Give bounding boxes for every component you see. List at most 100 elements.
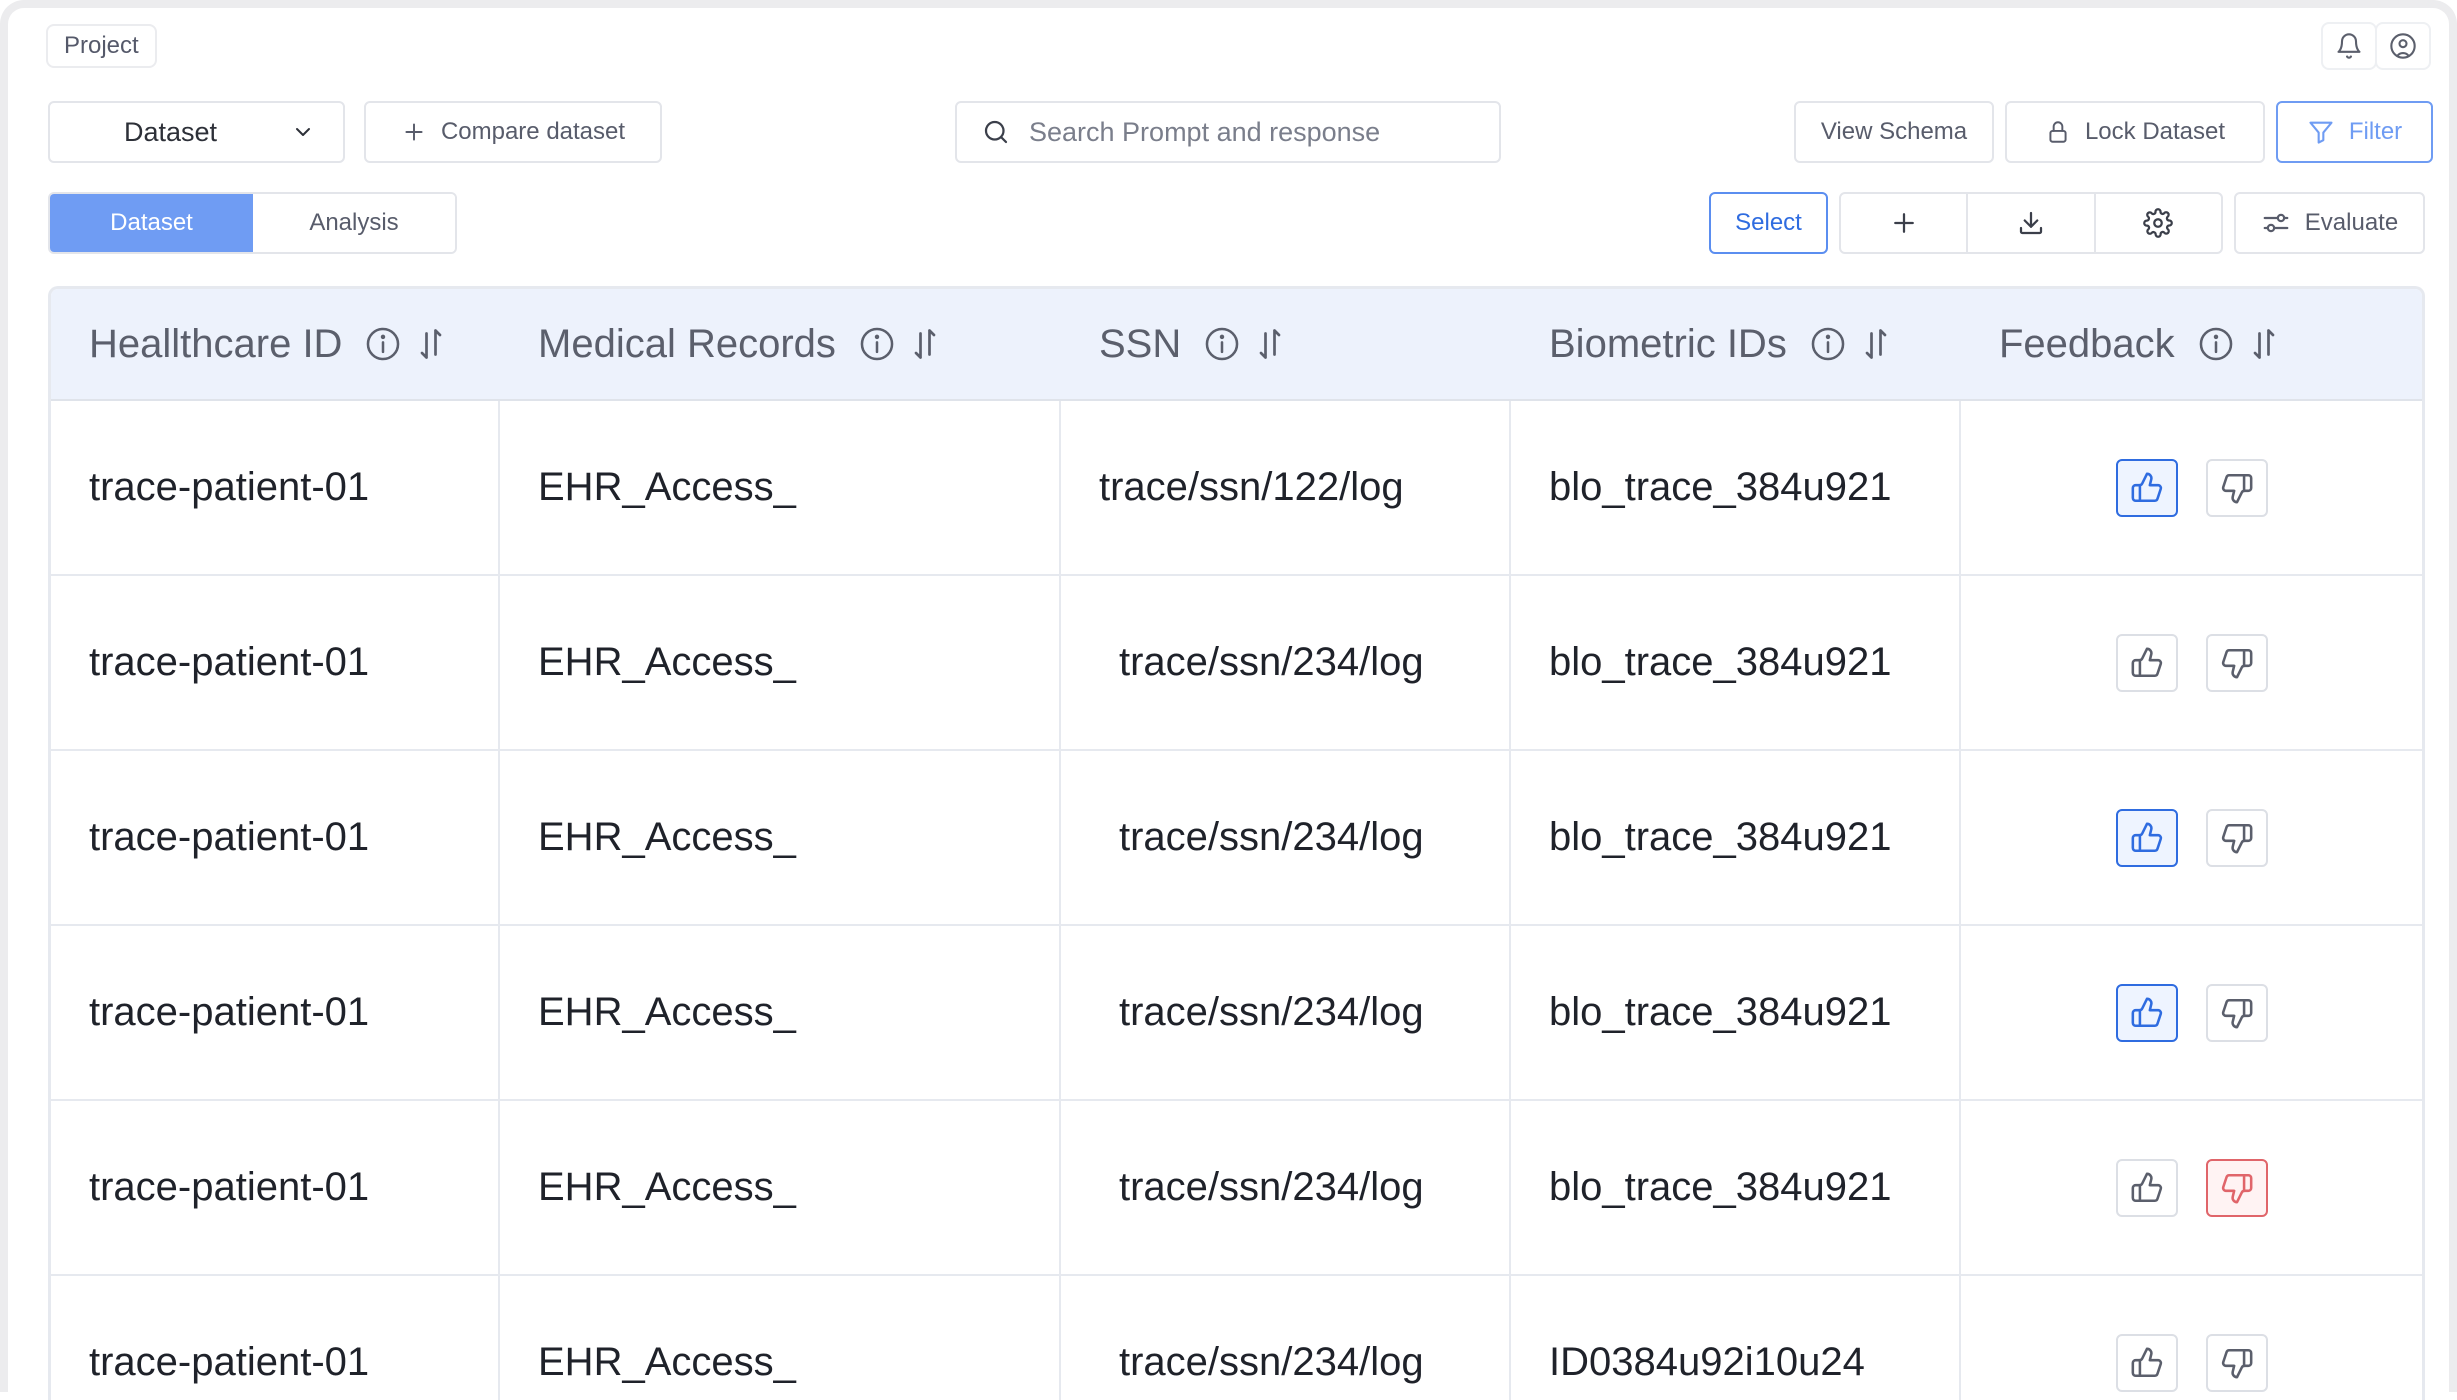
- sort-icon[interactable]: [416, 325, 446, 363]
- project-breadcrumb[interactable]: Project: [46, 24, 157, 68]
- column-header-icons: [364, 325, 446, 363]
- thumbs-up-button[interactable]: [2115, 1158, 2178, 1217]
- lock-dataset-button[interactable]: Lock Dataset: [2005, 101, 2265, 163]
- biometric-id-value: blo_trace_384u921: [1549, 1165, 1892, 1209]
- ssn-cell: trace/ssn/234/log: [1061, 576, 1511, 749]
- table-row[interactable]: trace-patient-01 EHR_Access_ trace/ssn/2…: [51, 926, 2422, 1101]
- thumbs-down-button[interactable]: [2205, 983, 2268, 1042]
- biometric-id-cell: blo_trace_384u921: [1511, 926, 1961, 1099]
- dataset-select-value: Dataset: [124, 116, 218, 147]
- thumbs-down-button[interactable]: [2205, 633, 2268, 692]
- sliders-icon: [2263, 213, 2289, 233]
- healthcare-id-cell: trace-patient-01: [51, 1276, 500, 1400]
- compare-dataset-label: Compare dataset: [440, 118, 626, 145]
- thumbs-up-button[interactable]: [2115, 808, 2178, 867]
- tab-analysis[interactable]: Analysis: [253, 194, 455, 252]
- column-header-label: Heallthcare ID: [89, 321, 343, 366]
- evaluate-label: Evaluate: [2304, 209, 2399, 236]
- thumbs-down-button[interactable]: [2205, 1158, 2268, 1217]
- thumbs-up-button[interactable]: [2115, 983, 2178, 1042]
- search-input[interactable]: Search Prompt and response: [955, 101, 1501, 163]
- thumbs-up-icon: [2131, 1172, 2162, 1202]
- evaluate-button[interactable]: Evaluate: [2234, 192, 2425, 254]
- info-icon[interactable]: [858, 325, 896, 363]
- feedback-cell: [1961, 926, 2422, 1099]
- healthcare-id-value: trace-patient-01: [89, 990, 370, 1034]
- table-row[interactable]: trace-patient-01 EHR_Access_ trace/ssn/2…: [51, 576, 2422, 751]
- table-row[interactable]: trace-patient-01 EHR_Access_ trace/ssn/2…: [51, 1101, 2422, 1276]
- plus-icon: [405, 123, 423, 141]
- column-header-medical-records: Medical Records: [500, 289, 1061, 399]
- sort-icon[interactable]: [1255, 325, 1285, 363]
- column-header-ssn: SSN: [1061, 289, 1511, 399]
- profile-button[interactable]: [2375, 22, 2431, 70]
- table-row[interactable]: trace-patient-01 EHR_Access_ trace/ssn/2…: [51, 1276, 2422, 1400]
- medical-records-cell: EHR_Access_: [500, 1101, 1061, 1274]
- medical-records-cell: EHR_Access_: [500, 1276, 1061, 1400]
- thumbs-up-icon: [2131, 1347, 2162, 1377]
- thumbs-up-icon: [2131, 472, 2162, 502]
- ssn-value: trace/ssn/234/log: [1119, 1165, 1424, 1209]
- app-window: Project Dataset Compare dataset Search P…: [0, 0, 2457, 1400]
- select-button[interactable]: Select: [1709, 192, 1828, 254]
- thumbs-up-icon: [2131, 647, 2162, 677]
- ssn-value: trace/ssn/234/log: [1119, 815, 1424, 859]
- ssn-cell: trace/ssn/234/log: [1061, 926, 1511, 1099]
- info-icon[interactable]: [364, 325, 402, 363]
- biometric-id-cell: blo_trace_384u921: [1511, 576, 1961, 749]
- biometric-id-value: blo_trace_384u921: [1549, 640, 1892, 684]
- ssn-value: trace/ssn/234/log: [1119, 990, 1424, 1034]
- thumbs-down-button[interactable]: [2205, 808, 2268, 867]
- lock-dataset-label: Lock Dataset: [2084, 118, 2226, 145]
- bell-icon: [2337, 33, 2361, 59]
- sort-icon[interactable]: [910, 325, 940, 363]
- view-tabs: Dataset Analysis: [48, 192, 457, 254]
- sort-icon[interactable]: [2249, 325, 2279, 363]
- medical-records-value: EHR_Access_: [538, 815, 796, 859]
- notifications-button[interactable]: [2321, 22, 2377, 70]
- biometric-id-cell: blo_trace_384u921: [1511, 1101, 1961, 1274]
- dataset-select[interactable]: Dataset: [48, 101, 345, 163]
- healthcare-id-value: trace-patient-01: [89, 1340, 370, 1384]
- thumbs-down-icon: [2221, 998, 2252, 1028]
- column-header-label: Biometric IDs: [1549, 321, 1787, 366]
- info-icon[interactable]: [1809, 325, 1847, 363]
- select-label: Select: [1735, 209, 1802, 236]
- thumbs-down-button[interactable]: [2205, 1333, 2268, 1392]
- feedback-cell: [1961, 401, 2422, 574]
- download-button[interactable]: [1966, 194, 2093, 252]
- biometric-id-cell: blo_trace_384u921: [1511, 401, 1961, 574]
- info-icon[interactable]: [2197, 325, 2235, 363]
- medical-records-value: EHR_Access_: [538, 1340, 796, 1384]
- view-schema-button[interactable]: View Schema: [1794, 101, 1994, 163]
- sort-icon[interactable]: [1861, 325, 1891, 363]
- feedback-cell: [1961, 1101, 2422, 1274]
- healthcare-id-value: trace-patient-01: [89, 1165, 370, 1209]
- healthcare-id-cell: trace-patient-01: [51, 401, 500, 574]
- thumbs-down-button[interactable]: [2205, 458, 2268, 517]
- info-icon[interactable]: [1203, 325, 1241, 363]
- thumbs-up-button[interactable]: [2115, 458, 2178, 517]
- thumbs-up-button[interactable]: [2115, 1333, 2178, 1392]
- biometric-id-value: ID0384u92i10u24: [1549, 1340, 1865, 1384]
- table-actions-group: [1839, 192, 2223, 254]
- settings-button[interactable]: [2093, 194, 2221, 252]
- filter-button[interactable]: Filter: [2276, 101, 2433, 163]
- download-icon: [2019, 211, 2043, 235]
- medical-records-cell: EHR_Access_: [500, 926, 1061, 1099]
- gear-icon: [2143, 208, 2174, 238]
- compare-dataset-button[interactable]: Compare dataset: [364, 101, 662, 163]
- healthcare-id-cell: trace-patient-01: [51, 926, 500, 1099]
- medical-records-value: EHR_Access_: [538, 640, 796, 684]
- view-schema-label: View Schema: [1820, 118, 1968, 145]
- table-row[interactable]: trace-patient-01 EHR_Access_ trace/ssn/1…: [51, 401, 2422, 576]
- table-row[interactable]: trace-patient-01 EHR_Access_ trace/ssn/2…: [51, 751, 2422, 926]
- add-row-button[interactable]: [1841, 194, 1966, 252]
- biometric-id-cell: blo_trace_384u921: [1511, 751, 1961, 924]
- filter-icon: [2309, 121, 2333, 144]
- table-body: trace-patient-01 EHR_Access_ trace/ssn/1…: [51, 401, 2422, 1400]
- medical-records-cell: EHR_Access_: [500, 751, 1061, 924]
- tab-dataset[interactable]: Dataset: [50, 194, 253, 252]
- thumbs-up-button[interactable]: [2115, 633, 2178, 692]
- feedback-cell: [1961, 576, 2422, 749]
